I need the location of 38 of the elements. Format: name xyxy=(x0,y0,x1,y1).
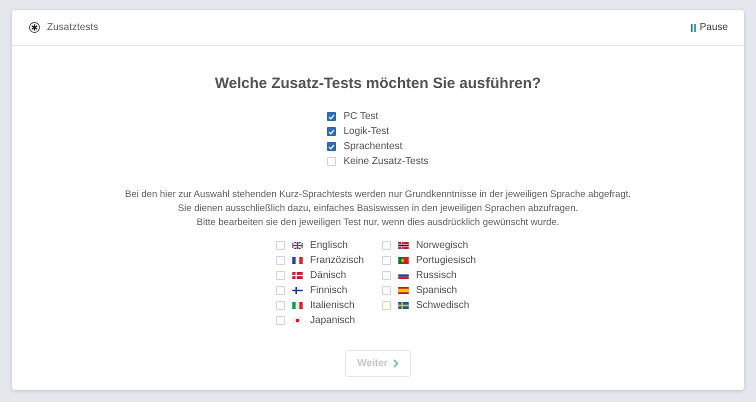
flag-icon xyxy=(292,302,304,309)
language-label: Franzözisch xyxy=(310,255,364,266)
flag-icon xyxy=(292,287,304,294)
info-text: Sie dienen ausschließlich dazu, einfaches Basiswissen in den jeweiligen Sprachen abzufragen. xyxy=(178,203,578,214)
flag-icon xyxy=(398,302,409,309)
flag-icon xyxy=(292,257,304,264)
language-label: Japanisch xyxy=(310,315,356,326)
pause-button[interactable]: Pause xyxy=(690,22,728,33)
asterisk-icon xyxy=(29,22,40,33)
language-label: Finnisch xyxy=(310,285,348,296)
header-title: Zusatztests xyxy=(47,22,100,33)
flag-icon xyxy=(292,317,304,324)
checkbox[interactable] xyxy=(327,142,336,151)
checkbox-label: Sprachentest xyxy=(343,141,402,152)
language-label: Portugiesisch xyxy=(416,255,476,266)
flag-icon xyxy=(398,242,409,249)
info-text: Bitte bearbeiten sie den jeweiligen Test nur, wenn dies ausdrücklich gewünscht wurde. xyxy=(196,217,560,228)
language-label: Schwedisch xyxy=(416,300,470,311)
question-heading: Welche Zusatz-Tests möchten Sie ausführen? xyxy=(214,75,542,92)
flag-icon xyxy=(398,287,409,294)
chevron-right-icon xyxy=(392,359,399,368)
language-label: Russisch xyxy=(416,270,457,281)
flag-icon xyxy=(292,242,304,249)
language-label: Italienisch xyxy=(310,300,354,311)
language-label: Spanisch xyxy=(416,285,458,296)
flag-icon xyxy=(292,272,304,279)
flag-icon xyxy=(398,272,409,279)
language-label: Norwegisch xyxy=(416,240,468,251)
language-label: Englisch xyxy=(310,240,348,251)
flag-icon xyxy=(398,257,409,264)
checkbox-label: Keine Zusatz-Tests xyxy=(343,156,429,167)
checkbox[interactable] xyxy=(327,112,336,121)
checkbox[interactable] xyxy=(327,127,336,136)
language-label: Dänisch xyxy=(310,270,346,281)
checkbox-label: Logik-Test xyxy=(343,126,390,137)
info-text: Bei den hier zur Auswahl stehenden Kurz-Sprachtests werden nur Grundkenntnisse in der jeweiligen Sprache abgefragt. xyxy=(125,189,631,200)
pause-icon xyxy=(690,24,696,32)
checkbox-label: PC Test xyxy=(343,111,378,122)
